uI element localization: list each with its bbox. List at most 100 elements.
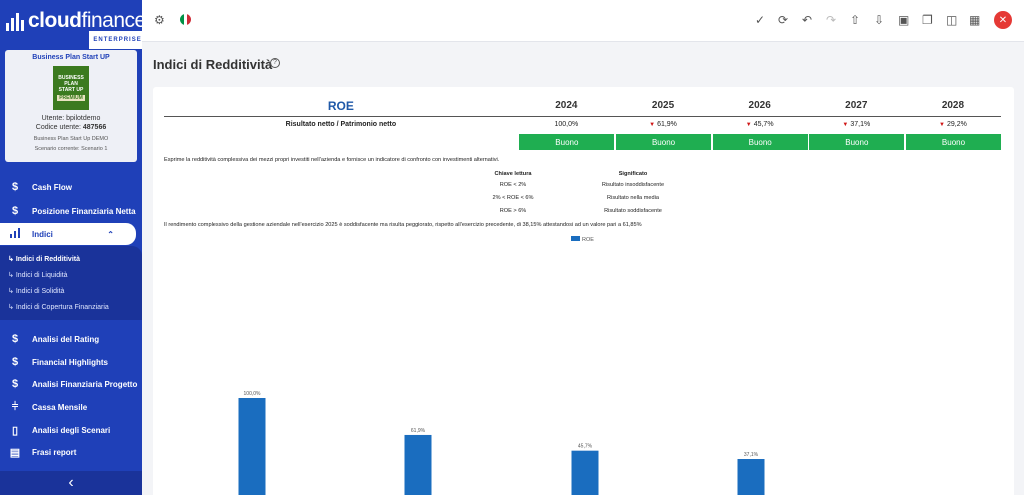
reading-key-col2-header: Significato — [618, 170, 648, 177]
reading-key-row: ROE < 2% Risultato insoddisfacente — [453, 178, 713, 191]
chart-data-label: 61,9% — [411, 428, 426, 434]
year-header: 2024 — [555, 100, 578, 111]
chart-bar[interactable] — [737, 459, 765, 495]
sidebar-submenu: ↳ Indici di Redditività ↳ Indici di Liqu… — [0, 246, 142, 320]
value-text: 61,9% — [657, 120, 677, 128]
content-card: ROE 2024 2025 2026 2027 2028 Risultato n… — [153, 87, 1014, 495]
dollar-icon: $ — [11, 181, 19, 193]
reading-key-key: ROE < 2% — [499, 181, 527, 188]
plan-code-label: Codice utente: — [35, 124, 81, 131]
rating-badge: Buono — [616, 134, 712, 150]
plan-card[interactable]: Business Plan Start UP BUSINESS PLAN STA… — [5, 50, 137, 162]
sidebar-item-frasi[interactable]: ▤ Frasi report — [0, 441, 142, 463]
value-cell: ▼ 37,1% — [808, 121, 904, 128]
sidebar-item-label: Indici — [32, 229, 53, 239]
rating-row: Buono Buono Buono Buono Buono — [164, 134, 1002, 150]
brand-logo[interactable]: cloudfinance ENTERPRISE — [0, 0, 143, 49]
chart-bar[interactable] — [238, 398, 266, 495]
plan-user: Utente: bpilotdemo — [41, 115, 101, 122]
rating-badge: Buono — [809, 134, 905, 150]
sidebar: cloudfinance ENTERPRISE Business Plan St… — [0, 0, 142, 495]
sidebar-item-rating[interactable]: $ Analisi del Rating — [0, 328, 142, 350]
sidebar-item-indici[interactable]: Indici ⌃ — [0, 223, 136, 245]
sidebar-item-label: Posizione Finanziaria Netta — [32, 206, 136, 216]
submenu-item-liquidita[interactable]: ↳ Indici di Liquidità — [8, 271, 68, 279]
copy-icon[interactable]: ❐ — [922, 13, 933, 27]
bar-chart-icon — [8, 227, 22, 241]
value-text: 29,2% — [946, 120, 967, 128]
layout-icon[interactable]: ▦ — [969, 13, 980, 27]
chevron-up-icon: ⌃ — [107, 229, 114, 239]
reading-key-key: 2% < ROE < 6% — [492, 194, 534, 201]
brand-name-part2: finance — [81, 9, 143, 32]
check-icon[interactable]: ✓ — [755, 13, 765, 27]
document-icon: ▤ — [9, 446, 21, 459]
rating-badge: Buono — [519, 134, 615, 150]
submenu-item-copertura[interactable]: ↳ Indici di Copertura Finanziaria — [8, 303, 109, 311]
submenu-item-label: Indici di Liquidità — [15, 272, 68, 279]
chart-bar[interactable] — [571, 450, 599, 495]
upload-icon[interactable]: ⇧ — [850, 13, 860, 27]
sidebar-item-cassa[interactable]: ⫩ Cassa Mensile — [0, 396, 142, 418]
chart-bar[interactable] — [404, 434, 432, 495]
rating-badge: Buono — [712, 134, 808, 150]
undo-icon[interactable]: ↶ — [802, 13, 812, 27]
reading-key-row: 2% < ROE < 6% Risultato nella media — [453, 191, 713, 204]
value-text: 45,7% — [753, 120, 774, 128]
sidebar-item-posizione[interactable]: $ Posizione Finanziaria Netta — [0, 200, 142, 222]
reading-key-header: Chiave lettura Significato — [453, 169, 713, 178]
save-icon[interactable]: ▣ — [898, 13, 909, 27]
columns-icon[interactable]: ◫ — [946, 13, 957, 27]
sidebar-item-scenari[interactable]: ▯ Analisi degli Scenari — [0, 419, 142, 441]
sidebar-item-cash-flow[interactable]: $ Cash Flow — [0, 176, 142, 198]
roe-table: ROE 2024 2025 2026 2027 2028 Risultato n… — [164, 95, 1002, 150]
help-icon[interactable]: ? — [270, 58, 280, 68]
brand-name: cloudfinance ENTERPRISE — [28, 9, 143, 49]
plan-user-code: Codice utente: 487566 — [5, 123, 137, 132]
submenu-item-solidita[interactable]: ↳ Indici di Solidità — [8, 287, 64, 295]
submenu-item-redditivita[interactable]: ↳ Indici di Redditività — [8, 255, 80, 263]
roe-label: ROE — [327, 98, 354, 113]
trend-down-icon: ▼ — [842, 121, 849, 128]
sidebar-item-label: Analisi Finanziaria Progetto — [32, 379, 138, 389]
reading-key-table: Chiave lettura Significato ROE < 2% Risu… — [453, 169, 713, 217]
chart-data-label: 45,7% — [578, 444, 593, 450]
reading-key-meaning: Risultato soddisfacente — [604, 207, 662, 214]
plan-cover-image: BUSINESS PLAN START UP PREMIUM — [53, 66, 89, 110]
redo-icon[interactable]: ↷ — [826, 13, 836, 27]
top-bar: ⚙ ✓ ⟳ ↶ ↷ ⇧ ⇩ ▣ ❐ ◫ ▦ ✕ — [142, 0, 1024, 42]
dollar-icon: $ — [11, 378, 19, 390]
plan-cover-badge: PREMIUM — [57, 95, 85, 101]
sidebar-item-label: Frasi report — [32, 447, 77, 457]
sidebar-item-highlights[interactable]: $ Financial Highlights — [0, 351, 142, 373]
refresh-icon[interactable]: ⟳ — [778, 13, 788, 27]
reading-key-meaning: Risultato insoddisfacente — [601, 181, 665, 188]
value-cell: ▼ 45,7% — [712, 121, 808, 128]
sidebar-item-progetto[interactable]: $ Analisi Finanziaria Progetto — [0, 373, 142, 395]
submenu-item-label: Indici di Redditività — [15, 256, 80, 263]
rating-row-spacer — [164, 134, 518, 150]
submenu-item-label: Indici di Solidità — [15, 288, 65, 295]
sidebar-item-label: Cassa Mensile — [32, 402, 88, 412]
settings-icon[interactable]: ⚙ — [154, 13, 165, 27]
sliders-icon: ⫩ — [11, 400, 19, 413]
sidebar-item-label: Cash Flow — [32, 182, 73, 192]
reading-key-col1-header: Chiave lettura — [494, 170, 532, 177]
logo-bars-icon — [6, 11, 24, 31]
plan-scenario: Scenario corrente: Scenario 1 — [34, 146, 108, 152]
year-header: 2027 — [845, 100, 868, 111]
sidebar-item-label: Analisi degli Scenari — [32, 425, 111, 435]
download-icon[interactable]: ⇩ — [874, 13, 884, 27]
roe-values-row: Risultato netto / Patrimonio netto 100,0… — [164, 117, 1001, 131]
dollar-icon: $ — [11, 333, 19, 345]
chart-data-label: 100,0% — [244, 391, 262, 397]
close-button[interactable]: ✕ — [994, 11, 1012, 29]
submenu-item-label: Indici di Copertura Finanziaria — [15, 304, 109, 311]
conclusion-text: Il rendimento complessivo della gestione… — [164, 222, 642, 228]
italy-flag-icon[interactable] — [180, 14, 191, 25]
year-header: 2026 — [748, 100, 771, 111]
trend-down-icon: ▼ — [939, 121, 945, 128]
collapse-sidebar-button[interactable]: ‹ — [0, 471, 142, 495]
reading-key-meaning: Risultato nella media — [607, 194, 659, 201]
brand-edition: ENTERPRISE — [89, 31, 142, 49]
